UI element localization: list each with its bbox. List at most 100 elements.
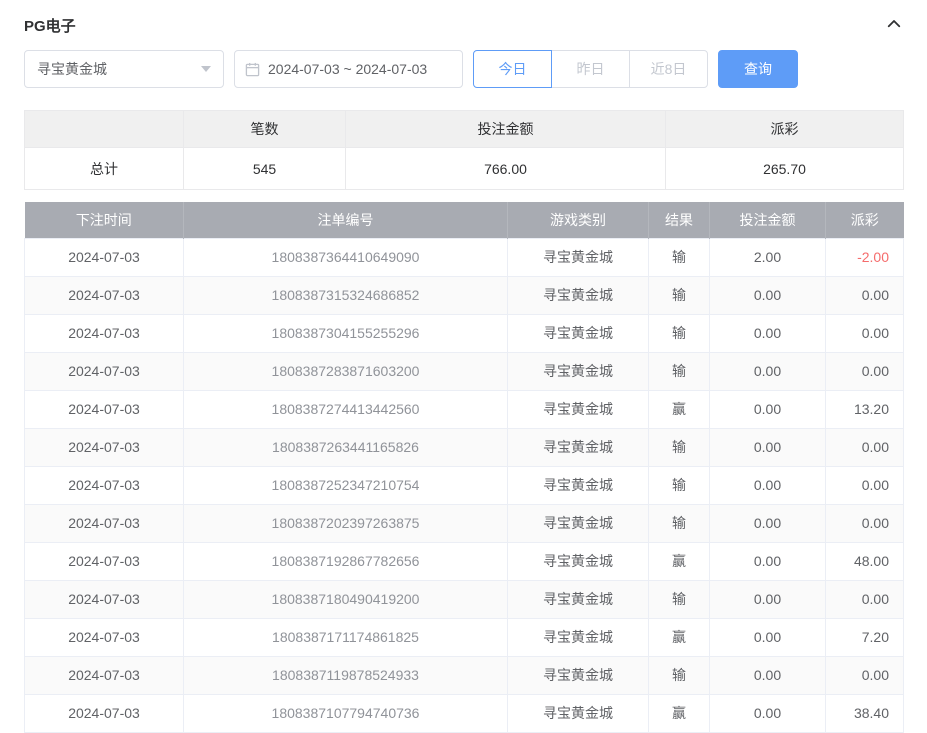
cell-order-id: 1808387304155255296 — [184, 314, 508, 352]
cell-order-id: 1808387283871603200 — [184, 352, 508, 390]
records-panel: PG电子 寻宝黄金城 2024-07-03 ~ 2024-07-03 今日 昨日… — [0, 0, 927, 733]
table-row: 2024-07-03 1808387107794740736 寻宝黄金城 赢 0… — [25, 694, 904, 732]
summary-header-payout: 派彩 — [666, 111, 904, 148]
cell-game-type: 寻宝黄金城 — [508, 542, 649, 580]
chevron-down-icon — [201, 66, 211, 72]
table-row: 2024-07-03 1808387180490419200 寻宝黄金城 输 0… — [25, 580, 904, 618]
bet-table-header-row: 下注时间 注单编号 游戏类别 结果 投注金额 派彩 — [25, 202, 904, 238]
summary-header-count: 笔数 — [184, 111, 346, 148]
table-row: 2024-07-03 1808387202397263875 寻宝黄金城 输 0… — [25, 504, 904, 542]
cell-bet-amount: 0.00 — [710, 352, 826, 390]
cell-bet-time: 2024-07-03 — [25, 504, 184, 542]
cell-game-type: 寻宝黄金城 — [508, 352, 649, 390]
cell-bet-time: 2024-07-03 — [25, 352, 184, 390]
cell-payout: 0.00 — [826, 466, 904, 504]
cell-result: 赢 — [649, 542, 710, 580]
cell-order-id: 1808387192867782656 — [184, 542, 508, 580]
cell-bet-amount: 0.00 — [710, 542, 826, 580]
search-button[interactable]: 查询 — [718, 50, 798, 88]
cell-result: 输 — [649, 352, 710, 390]
cell-payout: 0.00 — [826, 314, 904, 352]
cell-payout: 0.00 — [826, 504, 904, 542]
calendar-icon — [245, 62, 260, 77]
table-row: 2024-07-03 1808387171174861825 寻宝黄金城 赢 0… — [25, 618, 904, 656]
cell-bet-time: 2024-07-03 — [25, 238, 184, 276]
table-row: 2024-07-03 1808387304155255296 寻宝黄金城 输 0… — [25, 314, 904, 352]
cell-game-type: 寻宝黄金城 — [508, 504, 649, 542]
bet-table-body: 2024-07-03 1808387364410649090 寻宝黄金城 输 2… — [25, 238, 904, 732]
cell-game-type: 寻宝黄金城 — [508, 694, 649, 732]
cell-bet-amount: 0.00 — [710, 390, 826, 428]
last-8-days-button[interactable]: 近8日 — [629, 50, 708, 88]
table-row: 2024-07-03 1808387283871603200 寻宝黄金城 输 0… — [25, 352, 904, 390]
bet-records-table: 下注时间 注单编号 游戏类别 结果 投注金额 派彩 2024-07-03 180… — [24, 202, 904, 733]
cell-bet-amount: 0.00 — [710, 314, 826, 352]
cell-game-type: 寻宝黄金城 — [508, 238, 649, 276]
summary-header-empty — [25, 111, 184, 148]
header-payout: 派彩 — [826, 202, 904, 238]
cell-order-id: 1808387107794740736 — [184, 694, 508, 732]
filter-bar: 寻宝黄金城 2024-07-03 ~ 2024-07-03 今日 昨日 近8日 … — [24, 50, 903, 88]
cell-bet-time: 2024-07-03 — [25, 428, 184, 466]
today-button[interactable]: 今日 — [473, 50, 552, 88]
cell-order-id: 1808387180490419200 — [184, 580, 508, 618]
cell-bet-amount: 0.00 — [710, 580, 826, 618]
cell-bet-amount: 0.00 — [710, 694, 826, 732]
summary-header-row: 笔数 投注金额 派彩 — [25, 111, 904, 148]
summary-total-bet: 766.00 — [346, 148, 666, 190]
header-order-id: 注单编号 — [184, 202, 508, 238]
collapse-button[interactable] — [885, 15, 903, 36]
cell-bet-time: 2024-07-03 — [25, 390, 184, 428]
cell-game-type: 寻宝黄金城 — [508, 276, 649, 314]
cell-order-id: 1808387171174861825 — [184, 618, 508, 656]
cell-payout: 0.00 — [826, 656, 904, 694]
panel-title: PG电子 — [24, 15, 76, 36]
cell-order-id: 1808387202397263875 — [184, 504, 508, 542]
cell-payout: -2.00 — [826, 238, 904, 276]
yesterday-button[interactable]: 昨日 — [551, 50, 630, 88]
cell-result: 输 — [649, 580, 710, 618]
cell-order-id: 1808387119878524933 — [184, 656, 508, 694]
cell-game-type: 寻宝黄金城 — [508, 314, 649, 352]
cell-result: 输 — [649, 656, 710, 694]
panel-header: PG电子 — [24, 0, 903, 50]
table-row: 2024-07-03 1808387192867782656 寻宝黄金城 赢 0… — [25, 542, 904, 580]
cell-bet-amount: 2.00 — [710, 238, 826, 276]
cell-game-type: 寻宝黄金城 — [508, 618, 649, 656]
summary-total-label: 总计 — [25, 148, 184, 190]
header-result: 结果 — [649, 202, 710, 238]
summary-table: 笔数 投注金额 派彩 总计 545 766.00 265.70 — [24, 110, 904, 190]
header-game-type: 游戏类别 — [508, 202, 649, 238]
table-row: 2024-07-03 1808387119878524933 寻宝黄金城 输 0… — [25, 656, 904, 694]
cell-result: 赢 — [649, 694, 710, 732]
cell-result: 输 — [649, 276, 710, 314]
game-select-value: 寻宝黄金城 — [37, 59, 107, 79]
cell-game-type: 寻宝黄金城 — [508, 466, 649, 504]
cell-payout: 0.00 — [826, 580, 904, 618]
cell-game-type: 寻宝黄金城 — [508, 390, 649, 428]
table-row: 2024-07-03 1808387364410649090 寻宝黄金城 输 2… — [25, 238, 904, 276]
cell-payout: 0.00 — [826, 352, 904, 390]
date-range-value: 2024-07-03 ~ 2024-07-03 — [268, 61, 427, 77]
cell-bet-time: 2024-07-03 — [25, 314, 184, 352]
cell-result: 赢 — [649, 390, 710, 428]
cell-bet-time: 2024-07-03 — [25, 542, 184, 580]
table-row: 2024-07-03 1808387252347210754 寻宝黄金城 输 0… — [25, 466, 904, 504]
cell-game-type: 寻宝黄金城 — [508, 428, 649, 466]
cell-bet-time: 2024-07-03 — [25, 694, 184, 732]
cell-bet-time: 2024-07-03 — [25, 580, 184, 618]
cell-bet-time: 2024-07-03 — [25, 466, 184, 504]
summary-total-row: 总计 545 766.00 265.70 — [25, 148, 904, 190]
game-select[interactable]: 寻宝黄金城 — [24, 50, 224, 88]
cell-order-id: 1808387364410649090 — [184, 238, 508, 276]
header-bet-time: 下注时间 — [25, 202, 184, 238]
cell-game-type: 寻宝黄金城 — [508, 656, 649, 694]
summary-total-payout: 265.70 — [666, 148, 904, 190]
table-row: 2024-07-03 1808387315324686852 寻宝黄金城 输 0… — [25, 276, 904, 314]
cell-bet-amount: 0.00 — [710, 466, 826, 504]
date-range-input[interactable]: 2024-07-03 ~ 2024-07-03 — [234, 50, 463, 88]
cell-payout: 7.20 — [826, 618, 904, 656]
table-row: 2024-07-03 1808387274413442560 寻宝黄金城 赢 0… — [25, 390, 904, 428]
chevron-up-icon — [885, 15, 903, 36]
cell-order-id: 1808387263441165826 — [184, 428, 508, 466]
